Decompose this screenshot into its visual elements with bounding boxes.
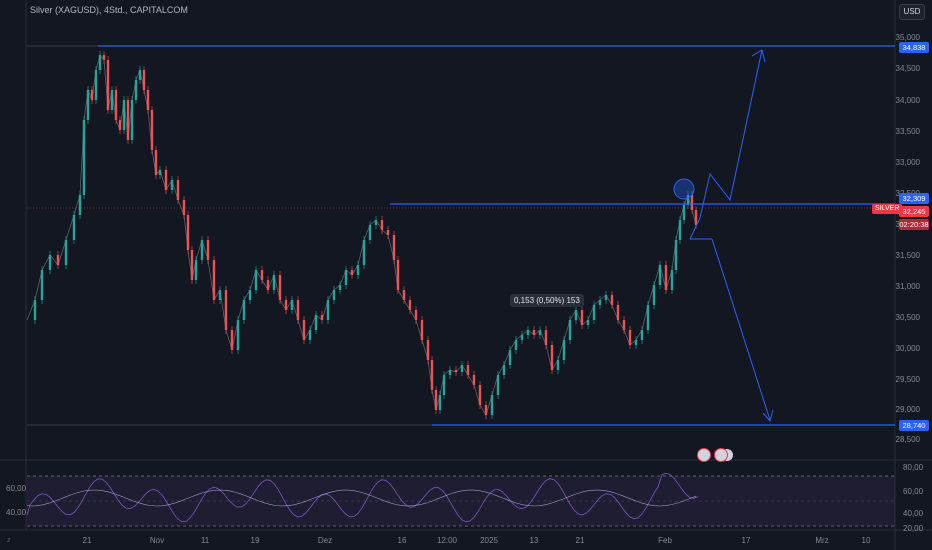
bearish-projection <box>711 238 771 421</box>
symbol-title: Silver (XAGUSD), 4Std., CAPITALCOM <box>30 5 188 15</box>
time-axis-tick: Dez <box>317 536 333 545</box>
time-axis-tick: 12:00 <box>436 536 458 545</box>
rsi-right-tick: 40,00 <box>903 509 924 518</box>
symbol-price-tag: SILVER <box>872 204 903 214</box>
measurement-label: 0,153 (0,50%) 153 <box>510 294 584 307</box>
time-axis-tick: 17 <box>741 536 751 545</box>
time-axis-tick: 2025 <box>480 536 498 545</box>
price-axis-tick: 30,000 <box>895 344 920 353</box>
bearish-arrowhead <box>762 409 774 423</box>
time-axis-tick: Nov <box>149 536 165 545</box>
price-axis-tick: 33,500 <box>895 127 920 136</box>
rsi-right-tick: 20,00 <box>903 524 924 533</box>
z-label: z <box>7 537 11 544</box>
price-axis-tick: 31,000 <box>895 282 920 291</box>
bullish-projection <box>689 49 763 240</box>
price-tag-resistance-mid: 32,309 <box>899 193 929 204</box>
time-axis-tick: 13 <box>529 536 539 545</box>
price-tag-support: 28,740 <box>899 420 929 431</box>
rsi-right-tick: 80,00 <box>903 463 924 472</box>
price-axis-tick: 28,500 <box>895 435 920 444</box>
currency-button[interactable]: USD <box>899 4 925 20</box>
highlight-circle <box>673 178 695 200</box>
rsi-left-tick: 40,00 <box>6 508 27 517</box>
price-axis-tick: 33,000 <box>895 158 920 167</box>
us-flag-icon[interactable] <box>697 448 711 462</box>
chart-window[interactable]: Silver (XAGUSD), 4Std., CAPITALCOM USD 3… <box>0 0 932 550</box>
time-axis-tick: 16 <box>397 536 407 545</box>
us-flag-icon[interactable] <box>714 448 728 462</box>
time-axis-tick: 10 <box>861 536 871 545</box>
chart-canvas[interactable] <box>0 0 932 550</box>
price-axis-tick: 29,000 <box>895 405 920 414</box>
time-axis-tick: 21 <box>82 536 92 545</box>
time-axis-tick: Feb <box>658 536 672 545</box>
price-axis-tick: 29,500 <box>895 375 920 384</box>
time-axis-tick: 21 <box>575 536 585 545</box>
price-axis-tick: 30,500 <box>895 313 920 322</box>
bar-countdown: 02:20:38 <box>899 219 929 230</box>
price-tag-resistance-top: 34,838 <box>899 42 929 53</box>
price-axis-tick: 35,000 <box>895 33 920 42</box>
current-price-tag: 32,245 <box>899 206 929 217</box>
price-axis-tick: 31,500 <box>895 251 920 260</box>
time-axis-tick: Mrz <box>815 536 829 545</box>
price-axis-tick: 34,500 <box>895 64 920 73</box>
price-axis-tick: 34,000 <box>895 96 920 105</box>
bullish-arrowhead <box>751 49 766 63</box>
rsi-right-tick: 60,00 <box>903 487 924 496</box>
rsi-left-tick: 60,00 <box>6 484 27 493</box>
time-axis-tick: 19 <box>250 536 260 545</box>
time-axis-tick: 11 <box>200 536 210 545</box>
